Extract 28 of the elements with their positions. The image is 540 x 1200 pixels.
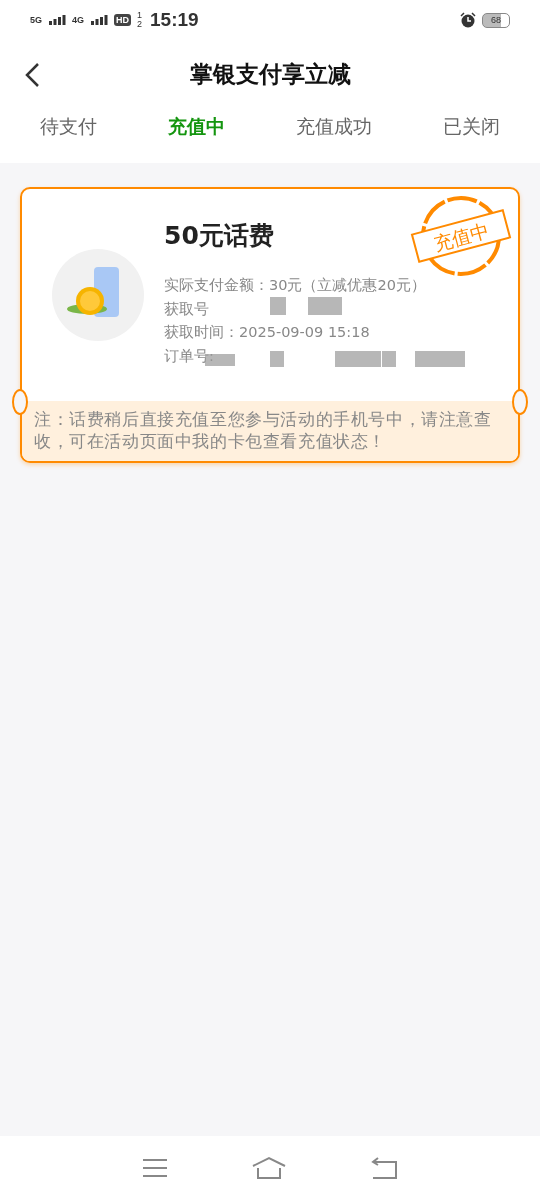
tab[interactable]: 已关闭	[439, 108, 505, 146]
home-icon[interactable]	[251, 1156, 287, 1180]
signal-icon	[48, 15, 66, 25]
signal-icon	[90, 15, 109, 25]
back-icon[interactable]	[24, 62, 40, 88]
page-title: 掌银支付享立减	[189, 59, 351, 89]
order-detail: 实际支付金额：30元（立减优惠20元）	[164, 276, 426, 295]
order-detail: 获取号	[164, 299, 209, 319]
product-title: 50元话费	[164, 220, 275, 252]
network-label: 5G	[30, 15, 42, 25]
notice-text: 注：话费稍后直接充值至您参与活动的手机号中，请注意查收，可在活动页面中我的卡包查看充值状态！	[22, 401, 518, 461]
order-detail: 获取时间：2025-09-09 15:18	[164, 323, 370, 342]
alarm-icon	[460, 12, 476, 28]
menu-icon[interactable]	[141, 1158, 168, 1178]
redaction-mosaic	[415, 351, 465, 367]
hd-label: HD	[114, 14, 132, 26]
sim-index: 1	[137, 11, 143, 20]
order-detail: 订单号:	[164, 346, 214, 366]
tab[interactable]: 充值成功	[292, 108, 377, 146]
redaction-mosaic	[270, 351, 284, 367]
network-label: 4G	[72, 15, 85, 25]
sim-index: 2	[137, 20, 143, 29]
clock: 15:19	[150, 9, 199, 31]
redaction-mosaic	[270, 297, 286, 315]
tab[interactable]: 待支付	[35, 108, 101, 146]
redaction-mosaic	[308, 297, 342, 315]
tab[interactable]: 充值中	[163, 108, 229, 146]
battery-icon: 68	[482, 12, 510, 28]
